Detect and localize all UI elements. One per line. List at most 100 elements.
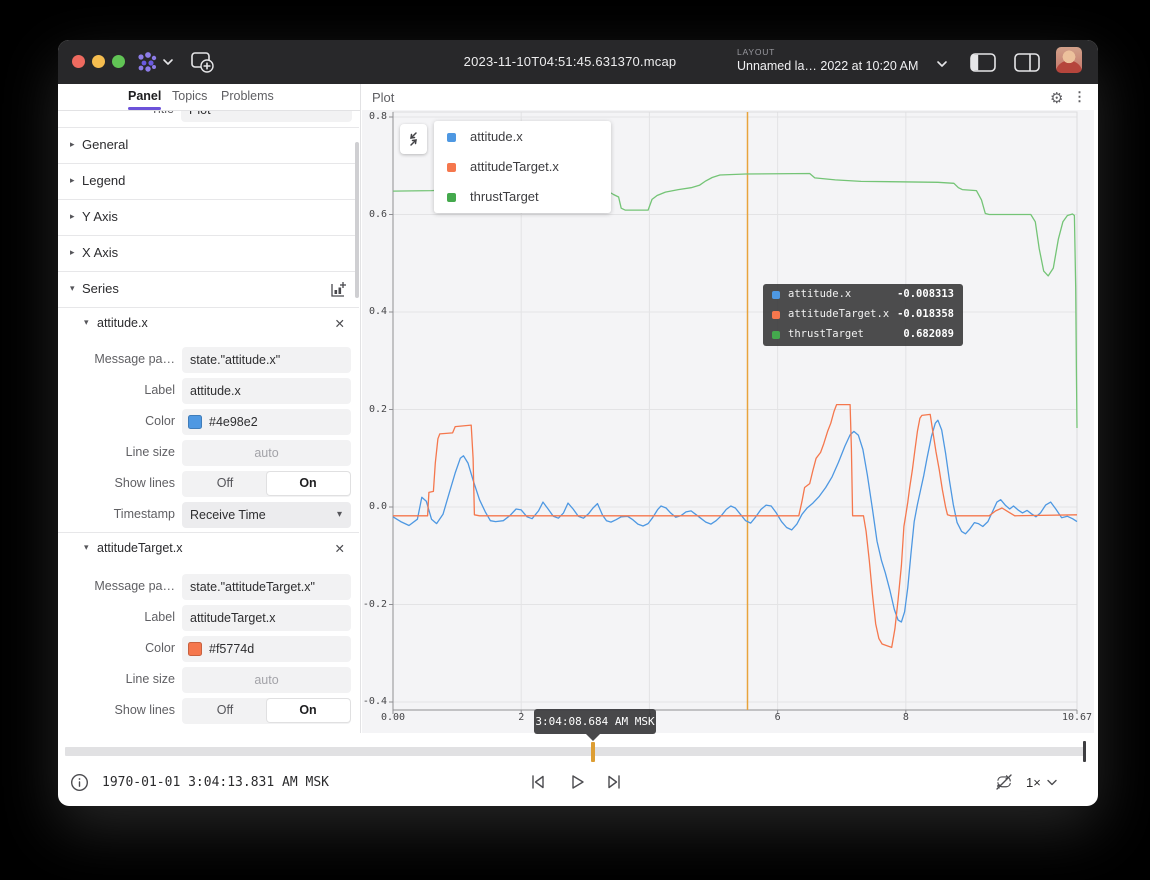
scrubber-time-tooltip: 3:04:08.684 AM MSK <box>534 709 656 734</box>
legend-item-attitudeTarget.x[interactable]: attitudeTarget.x <box>434 152 611 182</box>
title-input[interactable]: Plot <box>181 110 352 122</box>
y-tick-label: -0.4 <box>357 696 387 707</box>
setting-row-title: Title Plot <box>58 110 359 124</box>
message-path-input[interactable]: state."attitudeTarget.x" <box>182 574 351 600</box>
y-tick-label: 0.4 <box>357 306 387 317</box>
tooltip-series-value: 0.682089 <box>903 328 954 340</box>
show-lines-toggle[interactable]: OffOn <box>182 698 351 724</box>
right-sidebar-toggle-icon[interactable] <box>1013 52 1041 73</box>
legend-collapse-icon[interactable] <box>400 124 427 154</box>
legend-swatch[interactable] <box>447 193 456 202</box>
toggle-option-off[interactable]: Off <box>184 699 267 722</box>
select-value: Receive Time <box>182 502 351 528</box>
layout-label: LAYOUT <box>737 47 775 57</box>
line-size-input[interactable]: auto <box>182 667 351 693</box>
message-path-input[interactable]: state."attitude.x" <box>182 347 351 373</box>
section-legend[interactable]: ▸Legend <box>58 163 359 200</box>
user-avatar[interactable] <box>1056 47 1082 73</box>
loop-off-icon[interactable] <box>993 772 1015 792</box>
show-lines-toggle[interactable]: OffOn <box>182 471 351 497</box>
series-editor-header-attitude.x[interactable]: ▾attitude.x✕ <box>58 307 359 341</box>
panel-settings-scroll[interactable]: Title Plot ▸General▸Legend▸Y Axis▸X Axis… <box>58 110 359 733</box>
playback-end-marker <box>1083 741 1086 762</box>
data-source-title[interactable]: 2023-11-10T04:51:45.631370.mcap <box>420 54 720 69</box>
field-value: state."attitudeTarget.x" <box>182 574 351 600</box>
tooltip-series-label: thrustTarget <box>788 328 864 340</box>
x-tick-label: 0.00 <box>363 712 423 723</box>
current-timestamp: 1970-01-01 3:04:13.831 AM MSK <box>102 775 329 790</box>
y-tick-label: 0.0 <box>357 501 387 512</box>
toggle-option-on[interactable]: On <box>267 699 350 722</box>
timestamp-select[interactable]: Receive Time▾ <box>182 502 351 528</box>
tab-panel[interactable]: Panel <box>128 84 161 110</box>
remove-series-icon[interactable]: ✕ <box>335 541 345 556</box>
caret-right-icon: ▸ <box>70 211 75 222</box>
toggle-option-off[interactable]: Off <box>184 472 267 495</box>
legend-item-thrustTarget[interactable]: thrustTarget <box>434 182 611 212</box>
toggle-option-on[interactable]: On <box>267 472 350 495</box>
legend-label: thrustTarget <box>470 189 539 204</box>
color-input[interactable]: #f5774d <box>182 636 351 662</box>
playback-speed[interactable]: 1× <box>1026 775 1041 790</box>
field-label: Show lines <box>66 703 175 717</box>
field-label: Color <box>66 641 175 655</box>
section-x-axis[interactable]: ▸X Axis <box>58 235 359 272</box>
series-line-attitudeTarget.x <box>393 405 1077 648</box>
series-editor-header-attitudeTarget.x[interactable]: ▾attitudeTarget.x✕ <box>58 532 359 566</box>
sidebar-tab-bar: Panel Topics Problems <box>58 84 360 111</box>
tooltip-row: attitudeTarget.x-0.018358 <box>763 305 963 325</box>
tooltip-row: thrustTarget 0.682089 <box>763 325 963 345</box>
app-menu-chevron-icon[interactable] <box>162 58 174 66</box>
field-value: state."attitude.x" <box>182 347 351 373</box>
window-close-button[interactable] <box>72 55 85 68</box>
section-series[interactable]: ▾Series <box>58 271 359 308</box>
speed-chevron-icon[interactable] <box>1046 779 1058 787</box>
field-label: Show lines <box>66 476 175 490</box>
info-icon[interactable] <box>70 773 89 792</box>
field-label: Label <box>66 383 175 397</box>
field-value: attitude.x <box>182 378 351 404</box>
field-label: Message pa… <box>66 579 175 593</box>
color-swatch[interactable] <box>188 415 202 429</box>
y-tick-label: 0.2 <box>357 404 387 415</box>
layout-name[interactable]: Unnamed la… 2022 at 10:20 AM <box>737 59 918 73</box>
window-zoom-button[interactable] <box>112 55 125 68</box>
color-input[interactable]: #4e98e2 <box>182 409 351 435</box>
left-sidebar-toggle-icon[interactable] <box>969 52 997 73</box>
tooltip-swatch <box>772 331 780 339</box>
seek-start-icon[interactable] <box>528 772 548 792</box>
field-label: Color <box>66 414 175 428</box>
playback-playhead[interactable] <box>591 742 595 762</box>
legend-item-attitude.x[interactable]: attitude.x <box>434 122 611 152</box>
tooltip-swatch <box>772 311 780 319</box>
label-input[interactable]: attitudeTarget.x <box>182 605 351 631</box>
section-label: X Axis <box>82 245 118 260</box>
plot-legend[interactable]: attitude.x attitudeTarget.x thrustTarget <box>434 121 611 213</box>
legend-swatch[interactable] <box>447 133 456 142</box>
playback-scrubber[interactable] <box>65 747 1085 756</box>
tab-topics[interactable]: Topics <box>172 84 210 110</box>
window-minimize-button[interactable] <box>92 55 105 68</box>
seek-end-icon[interactable] <box>604 772 624 792</box>
foxglove-logo-icon[interactable] <box>135 50 159 74</box>
legend-label: attitudeTarget.x <box>470 159 559 174</box>
add-panel-icon[interactable] <box>190 50 216 76</box>
legend-swatch[interactable] <box>447 163 456 172</box>
series-field-row: Color #4e98e2 <box>58 406 359 437</box>
add-series-icon[interactable] <box>330 281 347 298</box>
play-icon[interactable] <box>567 772 587 792</box>
color-swatch[interactable] <box>188 642 202 656</box>
section-label: Legend <box>82 173 125 188</box>
section-y-axis[interactable]: ▸Y Axis <box>58 199 359 236</box>
tab-problems[interactable]: Problems <box>221 84 273 110</box>
series-field-row: Message pa… state."attitudeTarget.x" <box>58 571 359 602</box>
remove-series-icon[interactable]: ✕ <box>335 316 345 331</box>
line-size-input[interactable]: auto <box>182 440 351 466</box>
field-value: attitudeTarget.x <box>182 605 351 631</box>
layout-chevron-icon[interactable] <box>936 60 948 68</box>
tooltip-series-value: -0.018358 <box>897 308 954 320</box>
label-input[interactable]: attitude.x <box>182 378 351 404</box>
section-general[interactable]: ▸General <box>58 127 359 164</box>
tooltip-series-value: -0.008313 <box>897 288 954 300</box>
sidebar-scrollbar-thumb[interactable] <box>355 142 359 298</box>
